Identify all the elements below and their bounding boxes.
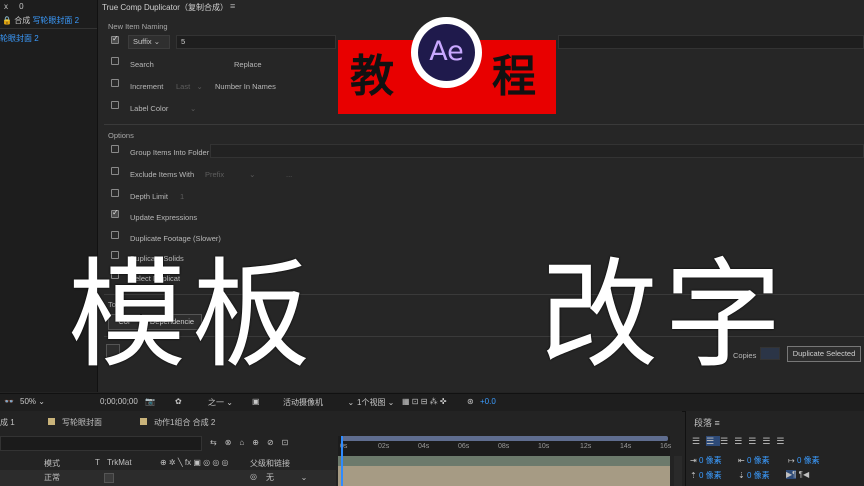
paragraph-title: 段落 ≡ (694, 418, 720, 428)
camera-dropdown[interactable]: 活动摄像机 ⌄ (283, 397, 354, 408)
search-checkbox[interactable] (111, 57, 119, 65)
depth-limit-label: Depth Limit (130, 192, 168, 201)
suffix-value-field-ext[interactable] (558, 35, 864, 49)
exclude-text-field[interactable]: ... (286, 170, 292, 179)
layer-bar-track (338, 456, 670, 466)
section-options: Options (108, 131, 134, 140)
logo-char-right: 程 (492, 51, 536, 102)
lock-icon: 🔒 (2, 16, 12, 25)
increment-mode-dropdown[interactable]: Last ⌄ (176, 82, 203, 91)
label-color-swatch (140, 418, 147, 425)
resolution-dropdown[interactable]: 之一 ⌄ (208, 397, 233, 408)
exclude-items-label: Exclude Items With (130, 170, 195, 179)
col-trkmat: TrkMat (107, 458, 132, 467)
logo-char-left: 教 (350, 51, 394, 102)
composition-tab[interactable]: 🔒 合成 写轮眼封面 2 (2, 14, 79, 28)
zoom-dropdown[interactable]: 50% ⌄ (20, 397, 45, 406)
replace-label: Replace (234, 60, 262, 69)
col-parent: 父级和链接 (250, 459, 290, 468)
col-mode: 模式 (44, 459, 60, 468)
timeline-switch-icons[interactable]: ⇆⊗⌂⊕⊘⊡ (210, 438, 296, 447)
overlay-title-left: 模板 (68, 246, 317, 384)
alignment-buttons[interactable]: ☰☰☰☰☰☰☰ (692, 436, 791, 447)
tick-label: 12s (580, 443, 592, 450)
tick-label: 16s (660, 443, 672, 450)
depth-limit-checkbox[interactable] (111, 189, 119, 197)
duplicate-footage-checkbox[interactable] (111, 231, 119, 239)
col-t: T (95, 458, 100, 467)
label-color-swatch (48, 418, 55, 425)
increment-checkbox[interactable] (111, 79, 119, 87)
update-expressions-checkbox[interactable] (111, 208, 119, 218)
label-color-checkbox[interactable] (111, 101, 119, 109)
comp-breadcrumb[interactable]: 轮眼封面 2 (0, 32, 39, 46)
glasses-icon[interactable]: 👓 (4, 397, 14, 406)
ae-logo-icon: Ae (418, 24, 475, 81)
panel-title: True Comp Duplicator（复制合成） (102, 3, 228, 12)
indent-left-field[interactable]: ⇥ 0 像素 (690, 455, 722, 466)
group-items-checkbox[interactable] (111, 145, 119, 153)
indent-right-field[interactable]: ⇤ 0 像素 (738, 455, 770, 466)
label-color-label: Label Color (130, 104, 169, 113)
folder-name-field[interactable] (210, 144, 864, 158)
panel-menu-icon[interactable]: ≡ (230, 1, 235, 11)
tick-label: 06s (458, 443, 470, 450)
duplicate-selected-button[interactable]: Duplicate Selected (787, 346, 861, 362)
exclude-mode-dropdown[interactable]: Prefix ⌄ (205, 170, 255, 179)
project-tab-icons[interactable]: x 0 (4, 0, 24, 14)
comp-name-link[interactable]: 写轮眼封面 2 (32, 16, 79, 25)
group-items-label: Group Items Into Folder (130, 148, 210, 157)
region-icon[interactable]: ▣ (252, 397, 260, 406)
exclude-items-checkbox[interactable] (111, 167, 119, 175)
exposure-value[interactable]: +0.0 (480, 397, 496, 406)
panel-menu-icon[interactable]: ≡ (715, 418, 720, 428)
number-in-names-label: Number In Names (215, 82, 276, 91)
timeline-scrollbar[interactable] (674, 456, 682, 486)
layer-search-field[interactable] (0, 436, 202, 451)
tick-label: 08s (498, 443, 510, 450)
space-before-field[interactable]: ⇡ 0 像素 (690, 470, 722, 481)
suffix-value-field[interactable]: 5 (176, 35, 336, 49)
tick-label: 14s (620, 443, 632, 450)
search-label: Search (130, 60, 154, 69)
space-after-field[interactable]: ⇣ 0 像素 (738, 470, 770, 481)
timeline-tab-2[interactable]: 写轮眼封面 (62, 417, 102, 428)
duplicate-footage-label: Duplicate Footage (Slower) (130, 234, 221, 243)
trkmat-box[interactable] (104, 473, 114, 483)
timeline-tab-1[interactable]: 成 1 (0, 417, 15, 428)
update-expressions-label: Update Expressions (130, 213, 198, 222)
exposure-icon[interactable]: ⊛ (467, 397, 474, 406)
divider (104, 124, 864, 125)
suffix-dropdown[interactable]: Suffix ⌄ (128, 35, 170, 49)
depth-limit-field[interactable]: 1 (180, 192, 184, 201)
camera-icon[interactable]: 📷 (145, 397, 155, 406)
timeline-tab-3[interactable]: 动作1组合 合成 2 (154, 417, 215, 428)
switches-icons: ⊕ ✲ ╲ fx ▣ ◎ ◎ ◎ (160, 458, 229, 467)
tick-label: 10s (538, 443, 550, 450)
spiral-icon[interactable]: ◎ (250, 472, 257, 481)
views-dropdown[interactable]: 1个视图 ⌄ (357, 397, 394, 408)
increment-label: Increment (130, 82, 164, 91)
first-line-indent-field[interactable]: ↦ 0 像素 (788, 455, 820, 466)
chevron-down-icon: ⌄ (153, 37, 161, 46)
layer-mode-dropdown[interactable]: 正常 (44, 472, 60, 483)
color-wheel-icon[interactable]: ✿ (175, 397, 182, 406)
label-color-dropdown[interactable]: ⌄ (190, 104, 196, 113)
timecode-display[interactable]: 0;00;00;00 (100, 397, 138, 406)
divider (0, 28, 97, 29)
parent-dropdown[interactable]: 无 ⌄ (266, 472, 307, 483)
work-area-bar[interactable] (342, 436, 668, 441)
fast-preview-icon[interactable]: ▦ ⊡ ⊟ ⁂ ✜ (402, 397, 447, 406)
section-new-item-naming: New Item Naming (108, 22, 168, 31)
playhead[interactable] (341, 436, 343, 486)
text-direction-icons[interactable]: ▶¶ ¶◀ (786, 470, 809, 479)
suffix-checkbox[interactable] (111, 34, 119, 44)
overlay-title-right: 改字 (540, 246, 789, 384)
tick-label: 02s (378, 443, 390, 450)
layer-duration-bar[interactable] (338, 466, 670, 486)
tick-label: 04s (418, 443, 430, 450)
